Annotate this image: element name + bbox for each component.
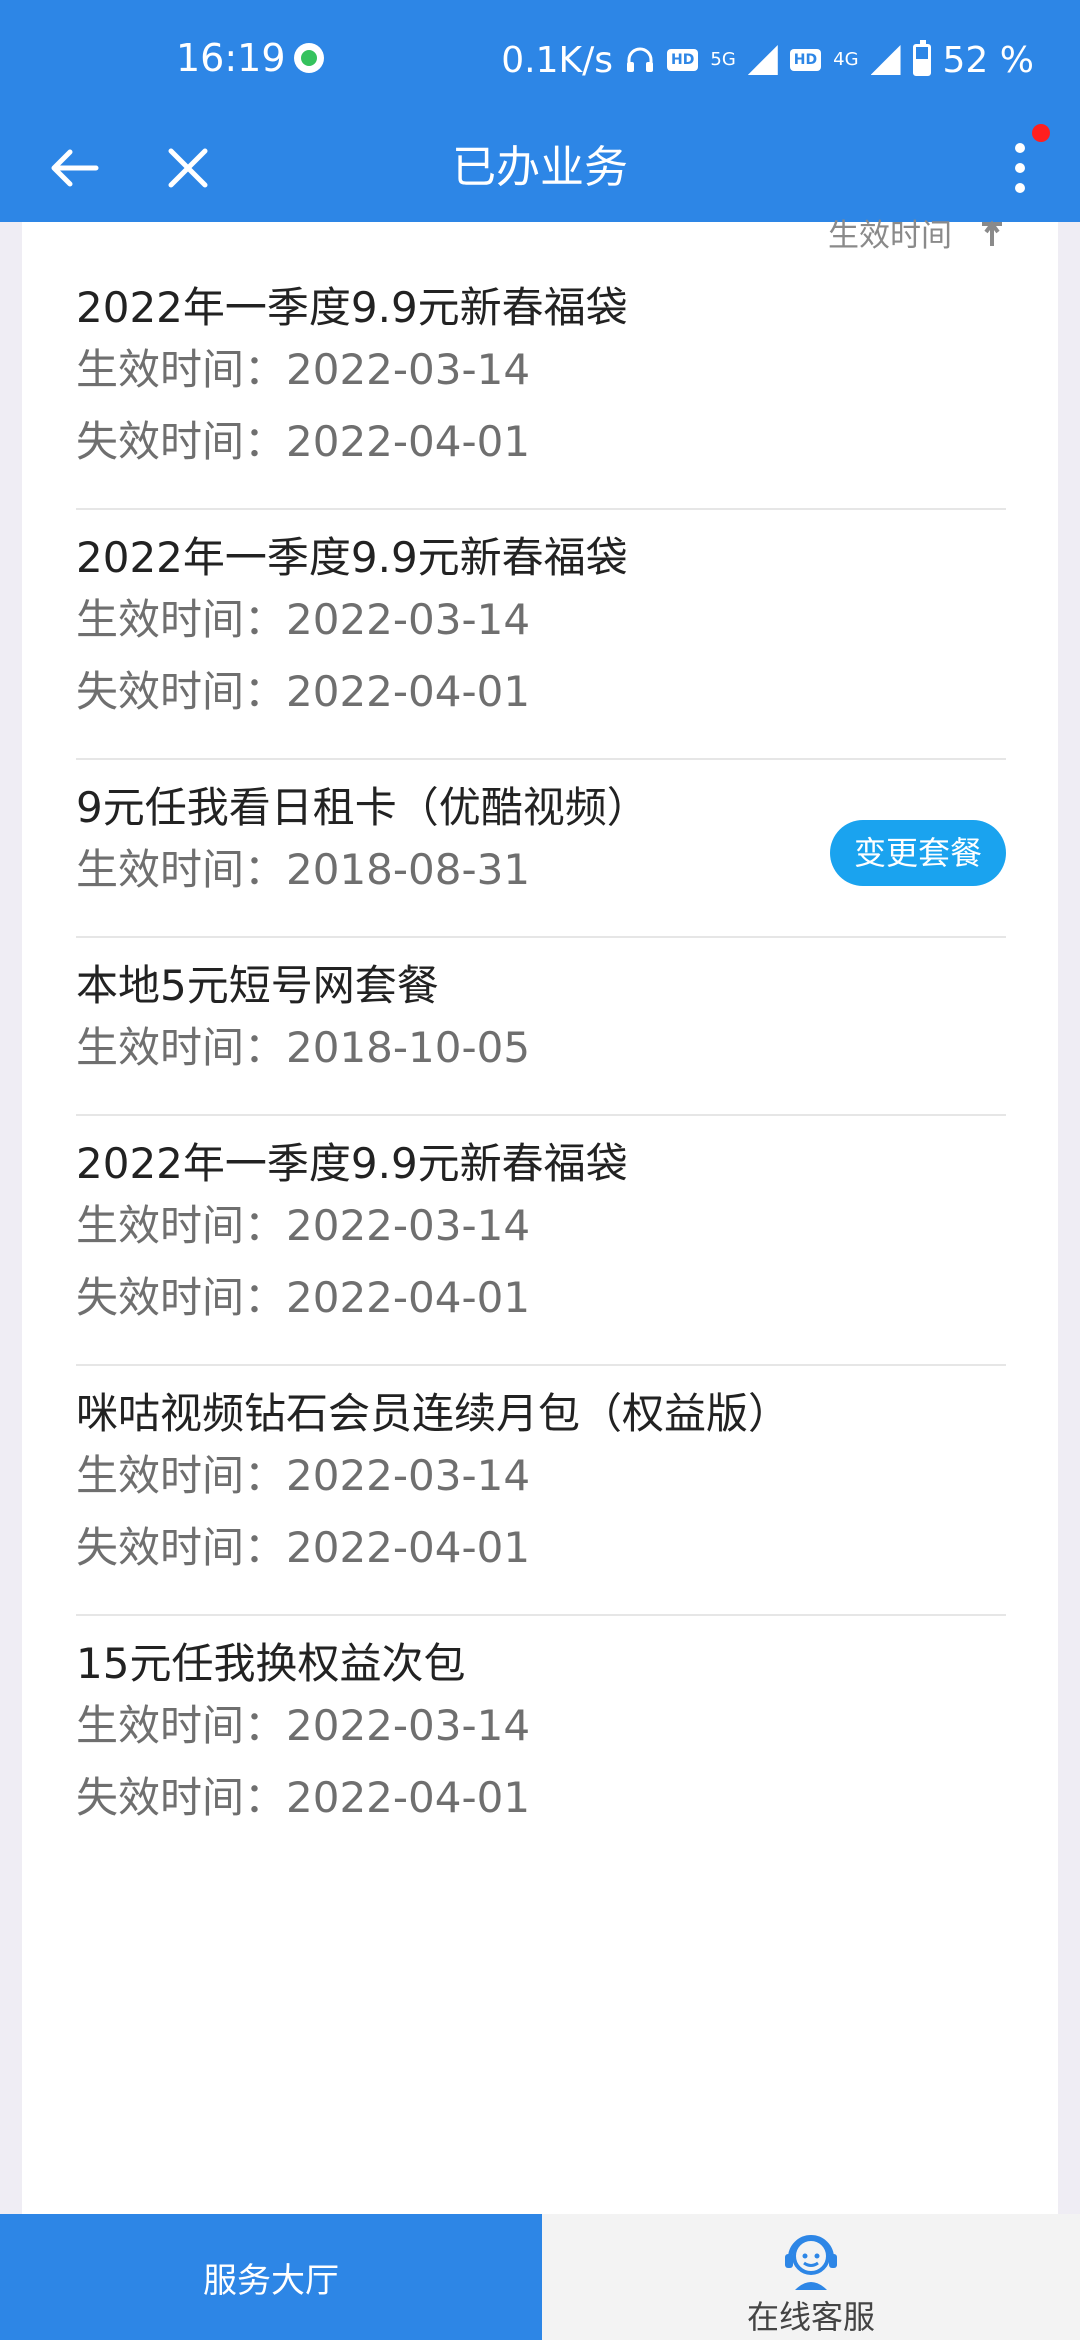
signal-icon-1 <box>747 45 778 75</box>
list-item[interactable]: 2022年一季度9.9元新春福袋 生效时间：2022-03-14 失效时间：20… <box>76 510 1006 760</box>
item-name: 2022年一季度9.9元新春福袋 <box>76 1139 628 1188</box>
effective-label: 生效时间： <box>76 595 287 644</box>
list-item[interactable]: 9元任我看日租卡（优酷视频） 生效时间：2018-08-31 变更套餐 <box>76 760 1006 938</box>
effective-line: 生效时间：2018-10-05 <box>76 1012 1006 1084</box>
net-speed: 0.1K/s <box>501 39 614 81</box>
expire-label: 失效时间： <box>76 1773 287 1822</box>
sort-label: 生效时间 <box>828 218 952 254</box>
notification-dot <box>1032 124 1050 142</box>
service-hall-label: 服务大厅 <box>203 2260 339 2301</box>
battery-icon <box>912 40 931 76</box>
item-name: 咪咕视频钻石会员连续月包（权益版） <box>76 1389 791 1438</box>
effective-date: 2018-08-31 <box>286 845 531 894</box>
list-item[interactable]: 本地5元短号网套餐 生效时间：2018-10-05 <box>76 938 1006 1116</box>
effective-date: 2022-03-14 <box>286 1201 531 1250</box>
change-plan-button[interactable]: 变更套餐 <box>829 820 1006 886</box>
more-vertical-icon <box>1015 143 1025 193</box>
business-list: 2022年一季度9.9元新春福袋 生效时间：2022-03-14 失效时间：20… <box>76 260 1006 1864</box>
effective-date: 2022-03-14 <box>286 345 531 394</box>
signal-icon-2 <box>870 45 901 75</box>
time-text: 16:19 <box>176 36 286 80</box>
item-name: 15元任我换权益次包 <box>76 1639 466 1688</box>
customer-service-icon <box>785 2235 837 2290</box>
net-5g: 5G <box>710 51 735 69</box>
effective-date: 2022-03-14 <box>286 1451 531 1500</box>
expire-line: 失效时间：2022-04-01 <box>76 1262 1006 1334</box>
item-name: 9元任我看日租卡（优酷视频） <box>76 783 649 832</box>
expire-date: 2022-04-01 <box>286 1523 531 1572</box>
title-bar: 已办业务 <box>0 118 1080 222</box>
status-time: 16:19 <box>176 36 324 80</box>
effective-line: 生效时间：2022-03-14 <box>76 1440 1006 1512</box>
net-4g-label: 4G <box>833 49 859 70</box>
expire-line: 失效时间：2022-04-01 <box>76 1512 1006 1584</box>
effective-label: 生效时间： <box>76 1701 287 1750</box>
status-right: 0.1K/s HD 5G HD 4G 52 % <box>501 36 1034 84</box>
net-4g: 4G <box>833 51 858 69</box>
online-service-tab[interactable]: 在线客服 <box>542 2214 1080 2340</box>
effective-date: 2022-03-14 <box>286 595 531 644</box>
status-bar: 16:19 0.1K/s HD 5G HD 4G 52 % <box>0 0 1080 118</box>
expire-date: 2022-04-01 <box>286 417 531 466</box>
expire-label: 失效时间： <box>76 1523 287 1572</box>
effective-label: 生效时间： <box>76 1201 287 1250</box>
page: 16:19 0.1K/s HD 5G HD 4G 52 % 已办业务 生效时间 … <box>0 0 1080 2340</box>
effective-date: 2018-10-05 <box>286 1023 531 1072</box>
effective-label: 生效时间： <box>76 845 287 894</box>
online-service-label: 在线客服 <box>746 2298 875 2336</box>
expire-label: 失效时间： <box>76 667 287 716</box>
expire-line: 失效时间：2022-04-01 <box>76 1762 1006 1834</box>
hd-badge-2: HD <box>789 49 822 71</box>
header: 16:19 0.1K/s HD 5G HD 4G 52 % 已办业务 <box>0 0 1080 222</box>
list-item[interactable]: 2022年一季度9.9元新春福袋 生效时间：2022-03-14 失效时间：20… <box>76 260 1006 510</box>
effective-line: 生效时间：2022-03-14 <box>76 1190 1006 1262</box>
page-title: 已办业务 <box>452 142 628 193</box>
effective-label: 生效时间： <box>76 1023 287 1072</box>
net-5g-label: 5G <box>710 49 736 70</box>
business-list-card: 生效时间 2022年一季度9.9元新春福袋 生效时间：2022-03-14 失效… <box>22 218 1058 2222</box>
item-name: 本地5元短号网套餐 <box>76 961 439 1010</box>
expire-line: 失效时间：2022-04-01 <box>76 656 1006 728</box>
effective-date: 2022-03-14 <box>286 1701 531 1750</box>
effective-label: 生效时间： <box>76 345 287 394</box>
expire-date: 2022-04-01 <box>286 1773 531 1822</box>
hd-badge-1: HD <box>667 49 699 71</box>
expire-line: 失效时间：2022-04-01 <box>76 406 1006 478</box>
item-name: 2022年一季度9.9元新春福袋 <box>76 283 628 332</box>
expire-date: 2022-04-01 <box>286 1273 531 1322</box>
expire-label: 失效时间： <box>76 417 287 466</box>
expire-date: 2022-04-01 <box>286 667 531 716</box>
expire-label: 失效时间： <box>76 1273 287 1322</box>
list-item[interactable]: 咪咕视频钻石会员连续月包（权益版） 生效时间：2022-03-14 失效时间：2… <box>76 1366 1006 1616</box>
effective-label: 生效时间： <box>76 1451 287 1500</box>
effective-line: 生效时间：2022-03-14 <box>76 1690 1006 1762</box>
list-item[interactable]: 15元任我换权益次包 生效时间：2022-03-14 失效时间：2022-04-… <box>76 1616 1006 1864</box>
service-hall-tab[interactable]: 服务大厅 <box>0 2214 542 2340</box>
sort-up-icon <box>982 220 1002 246</box>
bottom-nav: 服务大厅 在线客服 <box>0 2214 1080 2340</box>
effective-line: 生效时间：2022-03-14 <box>76 584 1006 656</box>
effective-line: 生效时间：2022-03-14 <box>76 334 1006 406</box>
carrier-icon <box>293 43 324 73</box>
battery-percent: 52 % <box>942 39 1034 81</box>
headphones-icon <box>627 47 654 72</box>
list-item[interactable]: 2022年一季度9.9元新春福袋 生效时间：2022-03-14 失效时间：20… <box>76 1116 1006 1366</box>
item-name: 2022年一季度9.9元新春福袋 <box>76 533 628 582</box>
